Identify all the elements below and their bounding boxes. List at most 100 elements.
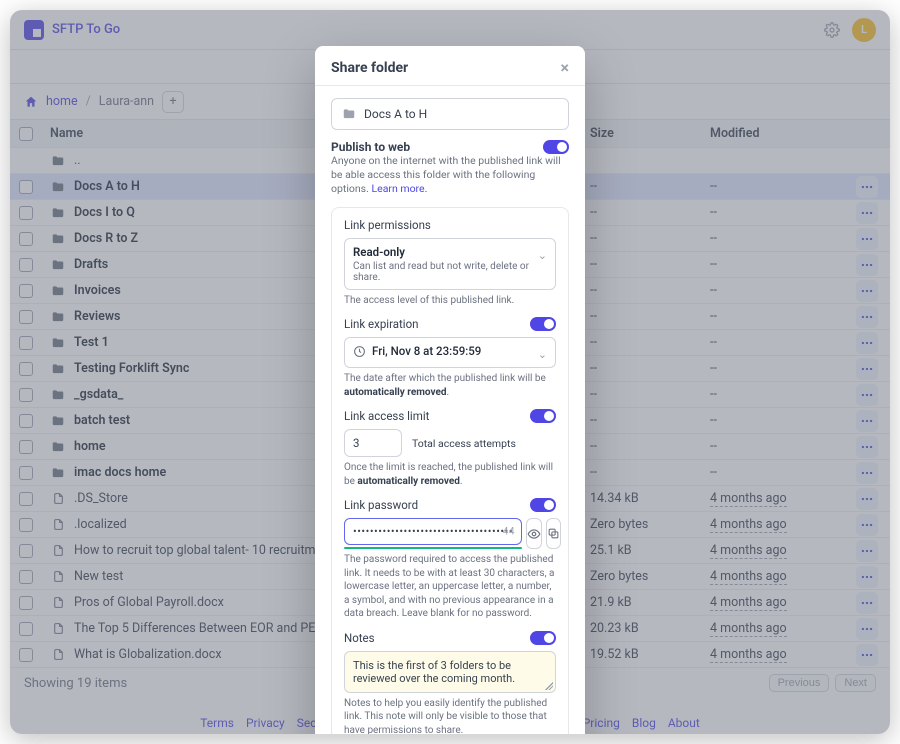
publish-toggle[interactable]	[543, 140, 569, 154]
row-actions-button[interactable]	[856, 644, 878, 666]
row-checkbox[interactable]	[19, 284, 33, 298]
folder-selector[interactable]: Docs A to H	[331, 98, 569, 130]
pager: Previous Next	[769, 674, 876, 692]
folder-icon	[342, 107, 356, 121]
resize-handle-icon[interactable]	[545, 682, 553, 690]
row-actions-button[interactable]	[856, 462, 878, 484]
publish-description: Anyone on the internet with the publishe…	[331, 154, 569, 197]
link-permissions-select[interactable]: Read-only Can list and read but not writ…	[344, 238, 556, 290]
expiration-select[interactable]: Fri, Nov 8 at 23:59:59 ⌄	[344, 337, 556, 368]
row-actions-button[interactable]	[856, 228, 878, 250]
row-size: --	[590, 179, 710, 194]
row-checkbox[interactable]	[19, 362, 33, 376]
reveal-password-button[interactable]	[526, 518, 542, 549]
row-actions-button[interactable]	[856, 332, 878, 354]
row-modified: --	[710, 283, 850, 298]
row-size: --	[590, 283, 710, 298]
gear-icon[interactable]	[824, 22, 840, 38]
file-icon	[42, 518, 74, 531]
footer-link[interactable]: Blog	[632, 716, 656, 730]
row-checkbox[interactable]	[19, 492, 33, 506]
row-actions-button[interactable]	[856, 410, 878, 432]
row-checkbox[interactable]	[19, 518, 33, 532]
copy-password-button[interactable]	[546, 518, 561, 549]
row-checkbox[interactable]	[19, 648, 33, 662]
row-checkbox[interactable]	[19, 336, 33, 350]
app-frame: SFTP To Go L ▣ CRE TTINGS home / Laura-a…	[10, 10, 890, 734]
row-checkbox[interactable]	[19, 596, 33, 610]
folder-icon	[42, 414, 74, 428]
pager-next[interactable]: Next	[835, 674, 876, 692]
brand-logo-icon	[24, 20, 44, 40]
row-modified: --	[710, 231, 850, 246]
row-actions-button[interactable]	[856, 488, 878, 510]
brand[interactable]: SFTP To Go	[24, 20, 120, 40]
row-actions-button[interactable]	[856, 618, 878, 640]
notes-label: Notes	[344, 631, 375, 645]
row-actions-button[interactable]	[856, 202, 878, 224]
row-actions-button[interactable]	[856, 280, 878, 302]
pager-prev[interactable]: Previous	[769, 674, 830, 692]
expiration-value: Fri, Nov 8 at 23:59:59	[372, 344, 481, 358]
select-all-checkbox[interactable]	[19, 127, 33, 141]
row-size: --	[590, 413, 710, 428]
row-actions-button[interactable]	[856, 176, 878, 198]
notes-textarea[interactable]: This is the first of 3 folders to be rev…	[344, 651, 556, 693]
row-checkbox[interactable]	[19, 388, 33, 402]
row-actions-button[interactable]	[856, 254, 878, 276]
row-checkbox[interactable]	[19, 440, 33, 454]
row-checkbox[interactable]	[19, 414, 33, 428]
row-actions-button[interactable]	[856, 358, 878, 380]
folder-name: Docs A to H	[364, 107, 427, 121]
row-actions-button[interactable]	[856, 566, 878, 588]
row-actions-button[interactable]	[856, 436, 878, 458]
access-limit-input[interactable]: 3	[344, 429, 402, 457]
row-modified: 4 months ago	[710, 647, 850, 662]
row-modified: 4 months ago	[710, 595, 850, 610]
home-icon[interactable]	[24, 95, 38, 109]
row-checkbox[interactable]	[19, 232, 33, 246]
column-modified[interactable]: Modified	[710, 126, 850, 141]
close-icon[interactable]: ×	[561, 58, 570, 77]
password-input[interactable]: •••••••••••••••••••••••••••••••••••••• 4…	[344, 518, 522, 545]
add-button[interactable]: +	[162, 91, 184, 113]
row-modified: --	[710, 335, 850, 350]
row-checkbox[interactable]	[19, 258, 33, 272]
row-checkbox[interactable]	[19, 570, 33, 584]
footer-link[interactable]: Privacy	[246, 716, 285, 730]
column-size[interactable]: Size	[590, 126, 710, 141]
row-actions-button[interactable]	[856, 306, 878, 328]
permission-help: The access level of this published link.	[344, 294, 556, 308]
notes-toggle[interactable]	[530, 631, 556, 645]
row-actions-button[interactable]	[856, 514, 878, 536]
row-size: --	[590, 465, 710, 480]
modal-title: Share folder	[331, 60, 408, 76]
access-limit-toggle[interactable]	[530, 409, 556, 423]
footer-link[interactable]: Terms	[200, 716, 234, 730]
avatar[interactable]: L	[852, 18, 876, 42]
learn-more-link[interactable]: Learn more.	[371, 182, 427, 195]
folder-icon	[42, 180, 74, 194]
expiration-toggle[interactable]	[530, 317, 556, 331]
row-checkbox[interactable]	[19, 310, 33, 324]
footer-link[interactable]: Pricing	[583, 716, 620, 730]
row-checkbox[interactable]	[19, 544, 33, 558]
eye-icon	[527, 527, 541, 541]
row-checkbox[interactable]	[19, 622, 33, 636]
row-size: --	[590, 335, 710, 350]
footer-link[interactable]: About	[668, 716, 700, 730]
row-checkbox[interactable]	[19, 206, 33, 220]
row-actions-button[interactable]	[856, 540, 878, 562]
row-size: --	[590, 231, 710, 246]
row-checkbox[interactable]	[19, 466, 33, 480]
row-size: 21.9 kB	[590, 595, 710, 610]
row-checkbox[interactable]	[19, 180, 33, 194]
row-actions-button[interactable]	[856, 384, 878, 406]
file-icon	[42, 570, 74, 583]
crumb-home[interactable]: home	[46, 94, 78, 109]
row-actions-button[interactable]	[856, 592, 878, 614]
file-icon	[42, 492, 74, 505]
row-size: --	[590, 361, 710, 376]
row-modified: --	[710, 361, 850, 376]
password-toggle[interactable]	[530, 498, 556, 512]
